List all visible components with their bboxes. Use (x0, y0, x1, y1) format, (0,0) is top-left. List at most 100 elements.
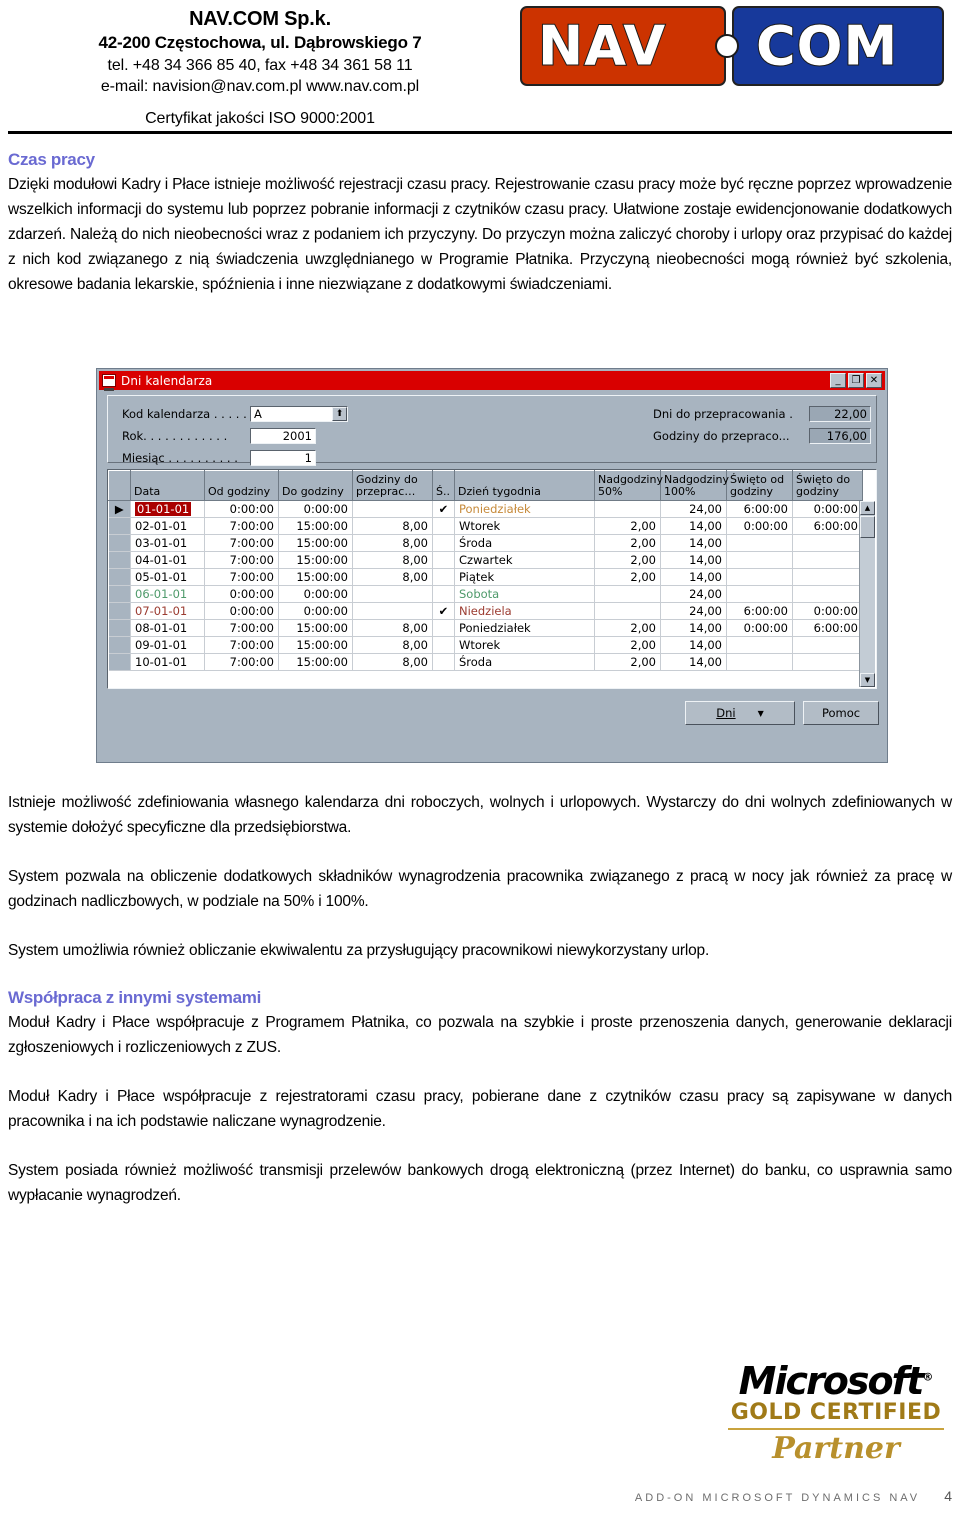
col-data[interactable]: Data (130, 470, 205, 501)
cell-do-godziny[interactable]: 15:00:00 (278, 653, 353, 671)
cell-data[interactable]: 03-01-01 (130, 534, 205, 552)
cell-do-godziny[interactable]: 0:00:00 (278, 500, 353, 518)
col-od-godziny[interactable]: Od godziny (204, 470, 279, 501)
table-row[interactable]: 05-01-01 7:00:00 15:00:00 8,00 Piątek 2,00 14,… (108, 568, 863, 586)
cell-swieto-checkbox[interactable] (432, 534, 455, 552)
cell-swieto-checkbox[interactable]: ✔ (432, 602, 455, 620)
table-row[interactable]: 02-01-01 7:00:00 15:00:00 8,00 Wtorek 2,00 14,… (108, 517, 863, 535)
row-selector-cell[interactable] (108, 585, 131, 603)
col-dzien-tygodnia[interactable]: Dzień tygodnia (454, 470, 595, 501)
col-swieto-do-godziny[interactable]: Święto do godziny (792, 470, 863, 501)
cell-swieto-od-godziny[interactable]: 0:00:00 (726, 517, 793, 535)
table-row[interactable]: 10-01-01 7:00:00 15:00:00 8,00 Środa 2,00 14,0… (108, 653, 863, 671)
row-selector-cell[interactable] (108, 568, 131, 586)
cell-do-godziny[interactable]: 15:00:00 (278, 568, 353, 586)
cell-data[interactable]: 10-01-01 (130, 653, 205, 671)
cell-nadgodziny-100[interactable]: 14,00 (660, 517, 727, 535)
cell-swieto-od-godziny[interactable] (726, 636, 793, 654)
cell-nadgodziny-50[interactable]: 2,00 (594, 534, 661, 552)
cell-data[interactable]: 05-01-01 (130, 568, 205, 586)
cell-dzien-tygodnia[interactable]: Piątek (454, 568, 595, 586)
close-button[interactable]: ✕ (866, 373, 882, 388)
cell-swieto-od-godziny[interactable] (726, 551, 793, 569)
cell-godziny-do-przepracowania[interactable] (352, 500, 433, 518)
cell-godziny-do-przepracowania[interactable]: 8,00 (352, 517, 433, 535)
cell-dzien-tygodnia[interactable]: Poniedziałek (454, 619, 595, 637)
table-row[interactable]: 07-01-01 0:00:00 0:00:00 ✔ Niedziela 24,00 6:0… (108, 602, 863, 620)
scroll-down-arrow-icon[interactable]: ▼ (860, 673, 875, 687)
cell-swieto-od-godziny[interactable]: 6:00:00 (726, 602, 793, 620)
table-row[interactable]: 09-01-01 7:00:00 15:00:00 8,00 Wtorek 2,00 14,… (108, 636, 863, 654)
cell-swieto-do-godziny[interactable]: 6:00:00 (792, 619, 863, 637)
scrollbar-thumb[interactable] (860, 516, 875, 538)
scroll-up-arrow-icon[interactable]: ▲ (860, 501, 875, 515)
cell-nadgodziny-50[interactable] (594, 602, 661, 620)
cell-od-godziny[interactable]: 7:00:00 (204, 619, 279, 637)
row-selector-cell[interactable] (108, 653, 131, 671)
cell-od-godziny[interactable]: 0:00:00 (204, 585, 279, 603)
cell-od-godziny[interactable]: 0:00:00 (204, 602, 279, 620)
cell-od-godziny[interactable]: 7:00:00 (204, 568, 279, 586)
cell-nadgodziny-50[interactable] (594, 585, 661, 603)
cell-nadgodziny-50[interactable]: 2,00 (594, 517, 661, 535)
calendar-days-grid[interactable]: Data Od godziny Do godziny Godziny do pr… (107, 469, 877, 689)
cell-swieto-do-godziny[interactable]: 0:00:00 (792, 602, 863, 620)
col-do-godziny[interactable]: Do godziny (278, 470, 353, 501)
cell-swieto-do-godziny[interactable]: 6:00:00 (792, 517, 863, 535)
cell-dzien-tygodnia[interactable]: Czwartek (454, 551, 595, 569)
cell-nadgodziny-100[interactable]: 24,00 (660, 585, 727, 603)
cell-swieto-do-godziny[interactable]: 0:00:00 (792, 500, 863, 518)
dni-button[interactable]: Dni ▼ (685, 701, 795, 725)
cell-data[interactable]: 01-01-01 (130, 500, 205, 518)
cell-nadgodziny-100[interactable]: 14,00 (660, 534, 727, 552)
cell-nadgodziny-50[interactable]: 2,00 (594, 636, 661, 654)
cell-nadgodziny-50[interactable]: 2,00 (594, 653, 661, 671)
cell-dzien-tygodnia[interactable]: Wtorek (454, 517, 595, 535)
table-row[interactable]: 04-01-01 7:00:00 15:00:00 8,00 Czwartek 2,00 1… (108, 551, 863, 569)
table-row[interactable]: 08-01-01 7:00:00 15:00:00 8,00 Poniedziałek 2… (108, 619, 863, 637)
row-selector-cell[interactable] (108, 517, 131, 535)
input-miesiac[interactable]: 1 (250, 450, 316, 466)
cell-nadgodziny-100[interactable]: 24,00 (660, 602, 727, 620)
cell-swieto-od-godziny[interactable]: 0:00:00 (726, 619, 793, 637)
cell-od-godziny[interactable]: 0:00:00 (204, 500, 279, 518)
window-titlebar[interactable]: Dni kalendarza _ ❐ ✕ (99, 371, 885, 391)
cell-godziny-do-przepracowania[interactable]: 8,00 (352, 568, 433, 586)
cell-od-godziny[interactable]: 7:00:00 (204, 534, 279, 552)
cell-do-godziny[interactable]: 15:00:00 (278, 517, 353, 535)
cell-data[interactable]: 08-01-01 (130, 619, 205, 637)
cell-swieto-do-godziny[interactable] (792, 534, 863, 552)
cell-godziny-do-przepracowania[interactable] (352, 602, 433, 620)
cell-od-godziny[interactable]: 7:00:00 (204, 636, 279, 654)
cell-do-godziny[interactable]: 15:00:00 (278, 619, 353, 637)
cell-swieto-od-godziny[interactable] (726, 585, 793, 603)
cell-swieto-do-godziny[interactable] (792, 653, 863, 671)
table-row[interactable]: 03-01-01 7:00:00 15:00:00 8,00 Środa 2,00 14,0… (108, 534, 863, 552)
cell-dzien-tygodnia[interactable]: Wtorek (454, 636, 595, 654)
col-nadgodziny-100[interactable]: Nadgodziny 100% (660, 470, 729, 501)
pomoc-button[interactable]: Pomoc (803, 701, 879, 725)
cell-swieto-od-godziny[interactable] (726, 568, 793, 586)
cell-godziny-do-przepracowania[interactable]: 8,00 (352, 653, 433, 671)
row-selector-cell[interactable] (108, 551, 131, 569)
cell-swieto-do-godziny[interactable] (792, 585, 863, 603)
cell-nadgodziny-100[interactable]: 14,00 (660, 653, 727, 671)
cell-od-godziny[interactable]: 7:00:00 (204, 517, 279, 535)
cell-swieto-do-godziny[interactable] (792, 636, 863, 654)
cell-swieto-checkbox[interactable] (432, 653, 455, 671)
cell-nadgodziny-50[interactable]: 2,00 (594, 619, 661, 637)
cell-swieto-checkbox[interactable] (432, 551, 455, 569)
cell-swieto-od-godziny[interactable] (726, 653, 793, 671)
cell-nadgodziny-50[interactable] (594, 500, 661, 518)
cell-od-godziny[interactable]: 7:00:00 (204, 653, 279, 671)
row-selector-cell[interactable] (108, 636, 131, 654)
cell-do-godziny[interactable]: 0:00:00 (278, 585, 353, 603)
table-row[interactable]: 06-01-01 0:00:00 0:00:00 Sobota 24,00 (108, 585, 863, 603)
cell-nadgodziny-50[interactable]: 2,00 (594, 568, 661, 586)
cell-nadgodziny-100[interactable]: 14,00 (660, 551, 727, 569)
cell-nadgodziny-100[interactable]: 14,00 (660, 568, 727, 586)
cell-data[interactable]: 04-01-01 (130, 551, 205, 569)
cell-do-godziny[interactable]: 15:00:00 (278, 534, 353, 552)
grid-vertical-scrollbar[interactable]: ▲ ▼ (859, 501, 875, 687)
col-swieto-flag[interactable]: Ś.. (432, 470, 455, 501)
